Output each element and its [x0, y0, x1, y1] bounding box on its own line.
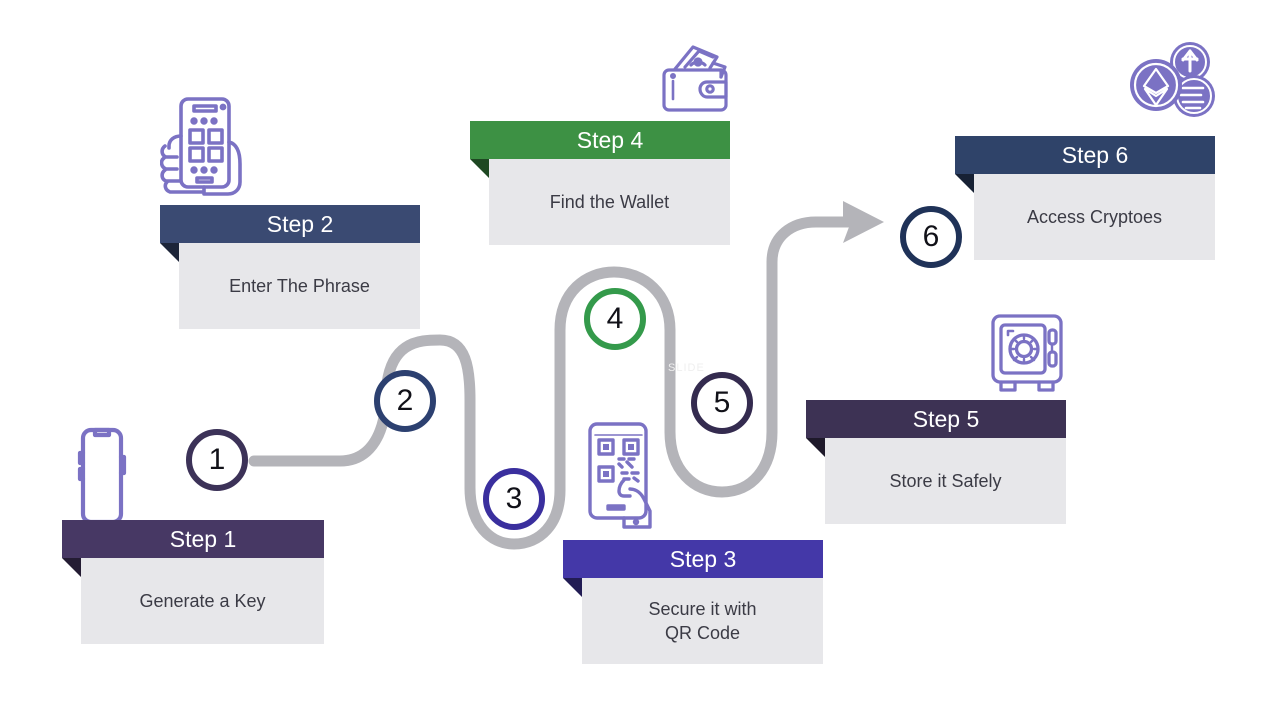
step-4-body-label: Find the Wallet: [549, 191, 670, 212]
step-marker-1-number: 1: [208, 443, 226, 476]
watermark-text: SLIDE: [668, 362, 705, 374]
step-5-header: Step 5: [806, 400, 1066, 438]
step-6-header: Step 6: [955, 136, 1215, 174]
step-marker-3-number: 3: [505, 482, 523, 515]
step-3-header: Step 3: [563, 540, 823, 578]
step-6-body: Access Cryptoes: [974, 174, 1215, 260]
step-2-body: Enter The Phrase: [179, 243, 420, 329]
step-4-body: Find the Wallet: [489, 159, 730, 245]
hand-holding-phone-icon: [160, 96, 246, 208]
step-marker-5[interactable]: 5: [691, 372, 753, 434]
step-marker-6[interactable]: 6: [900, 206, 962, 268]
step-6-fold: [955, 174, 974, 193]
step-3-body-label: Secure it with QR Code: [648, 598, 757, 643]
step-marker-6-number: 6: [922, 220, 940, 253]
step-1-header-label: Step 1: [169, 526, 237, 552]
step-2-header: Step 2: [160, 205, 420, 243]
step-2-body-label: Enter The Phrase: [229, 275, 370, 296]
step-4-header: Step 4: [470, 121, 730, 159]
step-marker-3[interactable]: 3: [483, 468, 545, 530]
step-marker-4[interactable]: 4: [584, 288, 646, 350]
step-3-header-label: Step 3: [669, 546, 737, 572]
step-6-header-label: Step 6: [1061, 142, 1129, 168]
step-2-header-label: Step 2: [266, 211, 334, 237]
qr-scan-phone-icon: [586, 421, 662, 535]
step-card-2[interactable]: Step 2 Enter The Phrase: [160, 205, 420, 329]
connector-arrowhead: [843, 201, 884, 243]
step-1-body: Generate a Key: [81, 558, 324, 644]
step-card-6[interactable]: Step 6 Access Cryptoes: [955, 136, 1215, 260]
step-2-fold: [160, 243, 179, 262]
step-card-3[interactable]: Step 3 Secure it with QR Code: [563, 540, 823, 664]
step-card-4[interactable]: Step 4 Find the Wallet: [470, 121, 730, 245]
infographic-canvas: SLIDE 1 Step 1 Generate a Key 2 Step 2 E…: [0, 0, 1280, 720]
step-3-body: Secure it with QR Code: [582, 578, 823, 664]
step-6-body-label: Access Cryptoes: [1026, 206, 1163, 227]
step-3-fold: [563, 578, 582, 597]
wallet-icon: [655, 41, 735, 121]
step-4-header-label: Step 4: [576, 127, 644, 153]
step-card-5[interactable]: Step 5 Store it Safely: [806, 400, 1066, 524]
step-marker-2[interactable]: 2: [374, 370, 436, 432]
step-1-body-label: Generate a Key: [139, 590, 266, 611]
step-1-header: Step 1: [62, 520, 324, 558]
step-marker-5-number: 5: [713, 386, 731, 419]
step-5-header-label: Step 5: [912, 406, 980, 432]
step-marker-2-number: 2: [396, 384, 414, 417]
step-card-1[interactable]: Step 1 Generate a Key: [62, 520, 324, 644]
step-marker-4-number: 4: [606, 302, 624, 335]
step-5-fold: [806, 438, 825, 457]
step-4-fold: [470, 159, 489, 178]
step-5-body: Store it Safely: [825, 438, 1066, 524]
crypto-coins-icon: [1128, 40, 1220, 126]
phone-icon: [74, 427, 128, 525]
step-marker-1[interactable]: 1: [186, 429, 248, 491]
step-1-fold: [62, 558, 81, 577]
safe-vault-icon: [988, 312, 1066, 396]
step-5-body-label: Store it Safely: [889, 470, 1002, 491]
